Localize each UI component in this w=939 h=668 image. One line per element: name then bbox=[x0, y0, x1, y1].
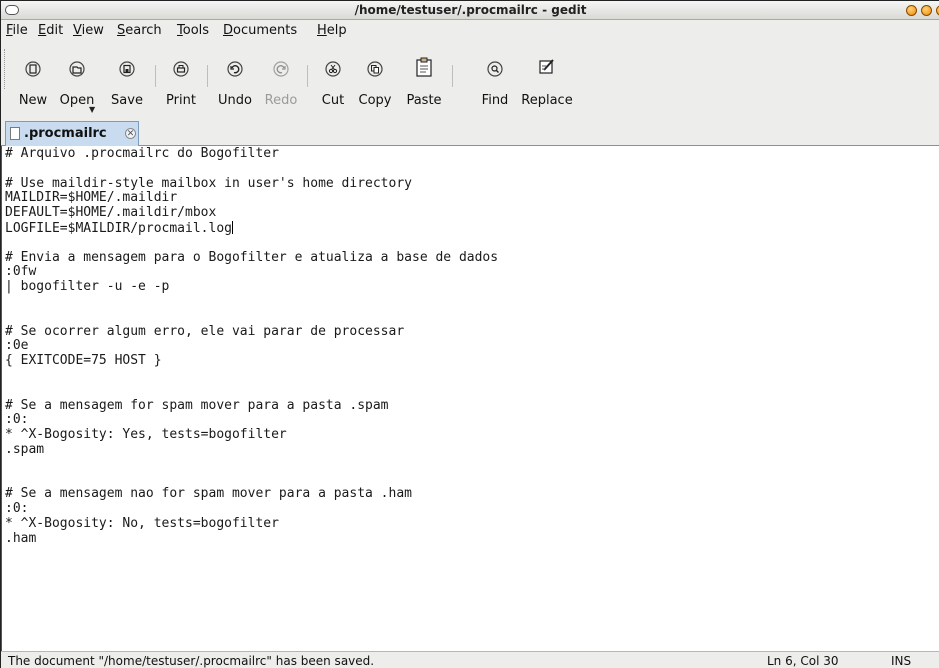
paste-label: Paste bbox=[406, 93, 442, 108]
editor-line[interactable]: .spam bbox=[5, 442, 939, 458]
new-button[interactable]: New bbox=[11, 45, 55, 109]
undo-button[interactable]: Undo bbox=[213, 45, 257, 109]
magnifier-icon bbox=[487, 61, 503, 77]
menu-file[interactable]: File bbox=[6, 23, 28, 38]
menu-view[interactable]: View bbox=[73, 23, 104, 38]
editor-line[interactable]: # Use maildir-style mailbox in user's ho… bbox=[5, 176, 939, 192]
menu-help[interactable]: Help bbox=[317, 23, 347, 38]
editor-line[interactable]: MAILDIR=$HOME/.maildir bbox=[5, 191, 939, 206]
window-title: /home/testuser/.procmailrc - gedit bbox=[354, 3, 587, 17]
find-button[interactable]: Find bbox=[475, 45, 515, 109]
insert-mode: INS bbox=[891, 654, 912, 668]
save-label: Save bbox=[111, 93, 143, 108]
editor-line[interactable]: :0: bbox=[5, 413, 939, 428]
paste-button[interactable]: Paste bbox=[400, 45, 448, 109]
menu-search[interactable]: Search bbox=[117, 23, 162, 38]
editor-line[interactable]: | bogofilter -u -e -p bbox=[5, 279, 939, 295]
gedit-window: /home/testuser/.procmailrc - gedit File … bbox=[0, 0, 939, 668]
editor-line[interactable] bbox=[5, 310, 939, 325]
title-bar[interactable]: /home/testuser/.procmailrc - gedit bbox=[1, 1, 939, 20]
replace-button[interactable]: Replace bbox=[516, 45, 578, 109]
cut-label: Cut bbox=[321, 93, 345, 108]
status-message: The document "/home/testuser/.procmailrc… bbox=[8, 654, 375, 668]
menu-edit[interactable]: Edit bbox=[38, 23, 63, 38]
save-disk-icon bbox=[119, 61, 135, 77]
editor-line[interactable] bbox=[5, 369, 939, 384]
toolbar: New Open ▼ Save Print Undo Redo Cut Copy… bbox=[1, 41, 939, 115]
toolbar-separator bbox=[307, 65, 308, 87]
text-caret bbox=[231, 220, 233, 234]
clipboard-icon bbox=[415, 57, 433, 77]
new-document-icon bbox=[25, 61, 41, 77]
close-tab-icon[interactable]: ✕ bbox=[125, 128, 136, 139]
editor-line[interactable]: DEFAULT=$HOME/.maildir/mbox bbox=[5, 205, 939, 221]
print-button[interactable]: Print bbox=[159, 45, 203, 109]
tab-label: .procmailrc bbox=[24, 126, 107, 141]
editor-line[interactable]: # Arquivo .procmailrc do Bogofilter bbox=[5, 146, 939, 162]
open-folder-icon bbox=[69, 61, 85, 77]
minimize-icon[interactable] bbox=[906, 5, 917, 16]
editor-line[interactable]: # Se a mensagem for spam mover para a pa… bbox=[5, 398, 939, 414]
maximize-icon[interactable] bbox=[921, 5, 932, 16]
save-button[interactable]: Save bbox=[105, 45, 149, 109]
editor-line[interactable] bbox=[5, 236, 939, 251]
printer-icon bbox=[173, 61, 189, 77]
new-label: New bbox=[18, 93, 48, 108]
editor-line[interactable]: # Se ocorrer algum erro, ele vai parar d… bbox=[5, 324, 939, 340]
status-bar: The document "/home/testuser/.procmailrc… bbox=[1, 651, 939, 668]
editor-line[interactable] bbox=[5, 162, 939, 177]
editor-line[interactable]: * ^X-Bogosity: Yes, tests=bogofilter bbox=[5, 427, 939, 443]
find-label: Find bbox=[481, 93, 509, 108]
scissors-icon bbox=[325, 61, 341, 77]
editor-line[interactable] bbox=[5, 458, 939, 473]
redo-icon bbox=[273, 61, 289, 77]
print-label: Print bbox=[166, 93, 196, 108]
menu-documents[interactable]: Documents bbox=[223, 23, 297, 38]
redo-button[interactable]: Redo bbox=[259, 45, 303, 109]
editor-line[interactable]: :0fw bbox=[5, 265, 939, 280]
editor-text-area[interactable]: # Arquivo .procmailrc do Bogofilter # Use… bbox=[2, 146, 939, 547]
copy-button[interactable]: Copy bbox=[353, 45, 397, 109]
editor-line[interactable]: :0e bbox=[5, 339, 939, 354]
replace-label: Replace bbox=[521, 93, 573, 108]
copy-icon bbox=[367, 61, 383, 77]
cut-button[interactable]: Cut bbox=[313, 45, 353, 109]
editor-line[interactable]: * ^X-Bogosity: No, tests=bogofilter bbox=[5, 516, 939, 532]
cursor-position: Ln 6, Col 30 bbox=[767, 654, 839, 668]
editor-line[interactable]: LOGFILE=$MAILDIR/procmail.log bbox=[5, 220, 939, 236]
text-file-icon bbox=[10, 127, 20, 140]
menu-bar: File Edit View Search Tools Documents He… bbox=[1, 20, 939, 41]
toolbar-grip[interactable] bbox=[4, 49, 8, 89]
editor-line[interactable] bbox=[5, 295, 939, 310]
redo-label: Redo bbox=[264, 93, 298, 108]
document-tabs: .procmailrc ✕ bbox=[1, 115, 939, 146]
text-editor[interactable]: # Arquivo .procmailrc do Bogofilter # Use… bbox=[1, 146, 939, 651]
toolbar-separator bbox=[155, 65, 156, 87]
undo-label: Undo bbox=[218, 93, 252, 108]
undo-icon bbox=[227, 61, 243, 77]
toolbar-separator bbox=[452, 65, 453, 87]
toolbar-separator bbox=[207, 65, 208, 87]
open-recent-dropdown-icon[interactable]: ▼ bbox=[89, 105, 95, 114]
tab-procmailrc[interactable]: .procmailrc ✕ bbox=[5, 121, 139, 146]
open-button[interactable]: Open bbox=[55, 45, 99, 109]
editor-line[interactable]: .ham bbox=[5, 531, 939, 547]
editor-line[interactable] bbox=[5, 384, 939, 399]
copy-label: Copy bbox=[358, 93, 392, 108]
editor-line[interactable]: { EXITCODE=75 HOST } bbox=[5, 353, 939, 369]
menu-tools[interactable]: Tools bbox=[177, 23, 209, 38]
editor-line[interactable] bbox=[5, 473, 939, 488]
editor-line[interactable]: # Envia a mensagem para o Bogofilter e a… bbox=[5, 250, 939, 266]
editor-line[interactable]: # Se a mensagem nao for spam mover para … bbox=[5, 487, 939, 502]
editor-line[interactable]: :0: bbox=[5, 501, 939, 517]
replace-icon bbox=[538, 57, 556, 75]
